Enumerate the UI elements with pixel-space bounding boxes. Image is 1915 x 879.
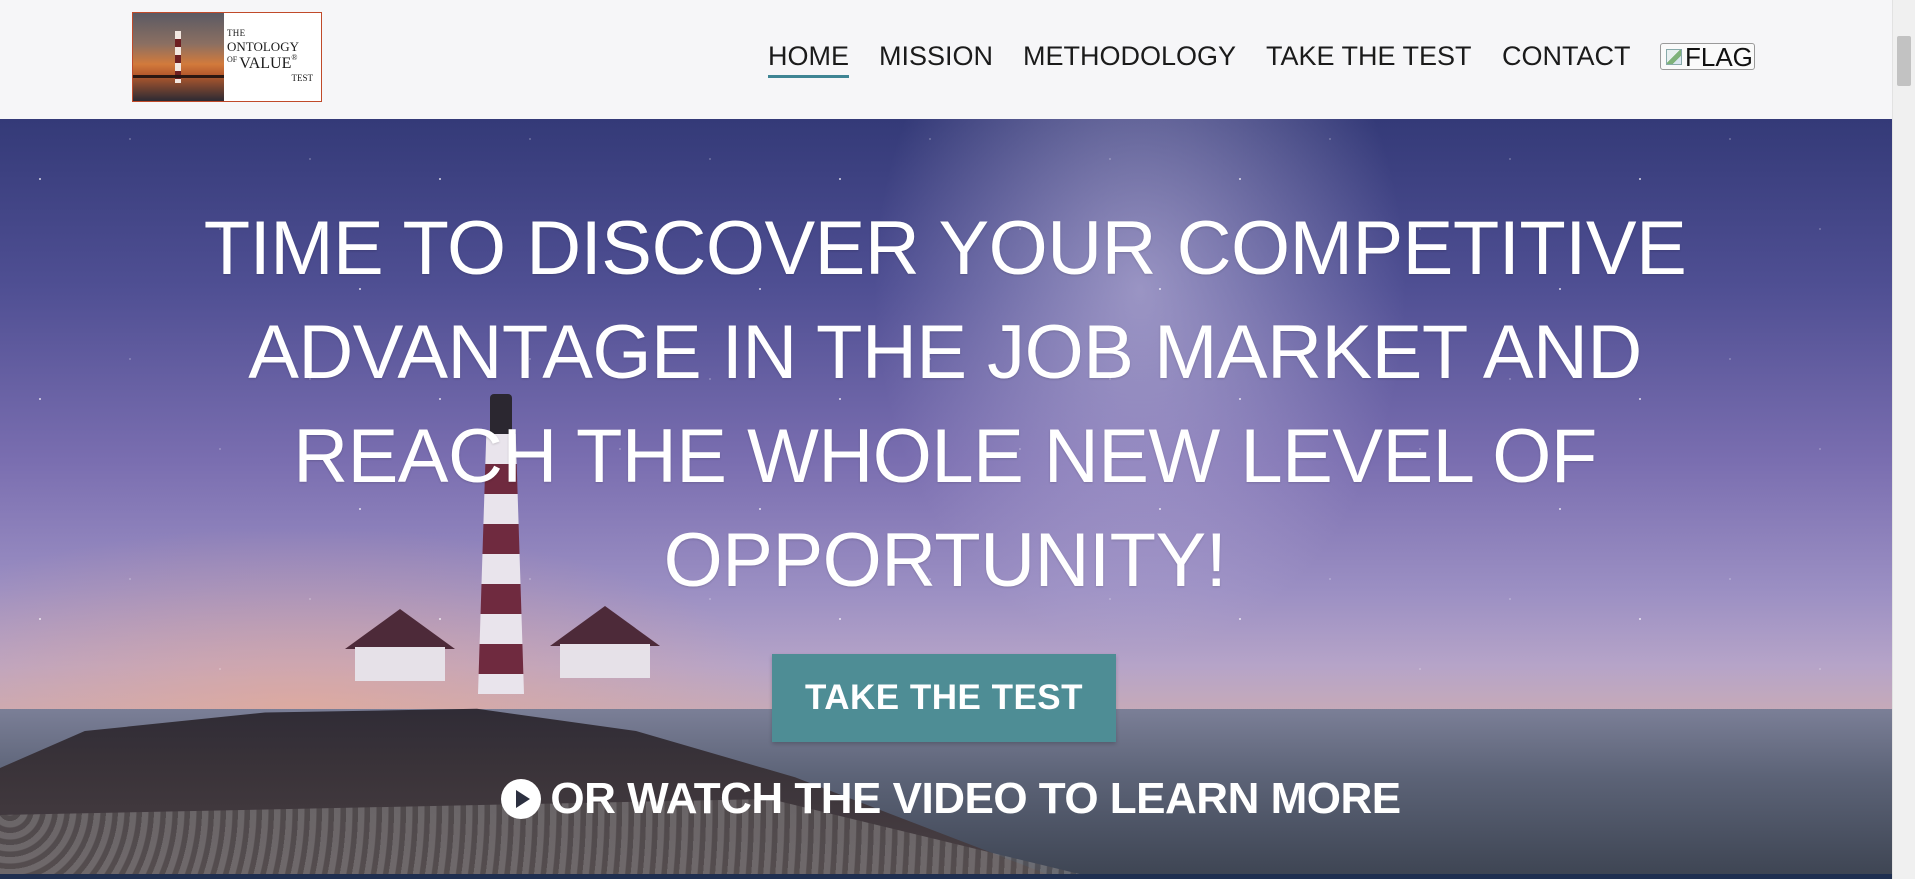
play-circle-icon xyxy=(501,779,542,819)
nav-contact[interactable]: CONTACT xyxy=(1502,38,1631,74)
nav-take-the-test[interactable]: TAKE THE TEST xyxy=(1266,38,1472,74)
bottom-edge-bar xyxy=(0,874,1892,879)
hero-headline-line: REACH THE WHOLE NEW LEVEL OF xyxy=(293,414,1597,499)
logo-text-line4: TEST xyxy=(291,73,314,83)
take-the-test-button[interactable]: TAKE THE TEST xyxy=(772,654,1116,742)
hero-section: TIME TO DISCOVER YOUR COMPETITIVE ADVANT… xyxy=(0,119,1892,879)
logo-text-line2: ONTOLOGY xyxy=(227,39,299,54)
hero-headline-line: TIME TO DISCOVER YOUR COMPETITIVE xyxy=(203,206,1687,291)
scrollbar-thumb[interactable] xyxy=(1897,36,1911,86)
hero-headline: TIME TO DISCOVER YOUR COMPETITIVE ADVANT… xyxy=(200,197,1690,613)
logo-lighthouse-image xyxy=(133,13,224,101)
nav-home[interactable]: HOME xyxy=(768,38,849,78)
logo-wordmark: THE ONTOLOGY OF VALUE® TEST xyxy=(227,29,321,83)
logo-text-line3: OF VALUE® xyxy=(227,54,321,72)
nav-methodology[interactable]: METHODOLOGY xyxy=(1023,38,1236,74)
flag-alt-text: FLAG xyxy=(1685,41,1753,72)
site-header: THE ONTOLOGY OF VALUE® TEST HOME MISSION … xyxy=(0,0,1892,120)
site-logo[interactable]: THE ONTOLOGY OF VALUE® TEST xyxy=(132,12,322,102)
hero-background-house-left xyxy=(345,609,455,681)
language-flag-button[interactable]: FLAG xyxy=(1660,43,1755,70)
broken-image-icon xyxy=(1663,46,1685,68)
hero-headline-line: OPPORTUNITY! xyxy=(663,518,1227,603)
logo-text-value: VALUE xyxy=(239,55,292,72)
nav-mission[interactable]: MISSION xyxy=(879,38,993,74)
watch-video-label: OR WATCH THE VIDEO TO LEARN MORE xyxy=(550,774,1401,823)
page-scrollbar[interactable] xyxy=(1892,0,1915,879)
logo-text-of: OF xyxy=(227,55,238,64)
logo-text-line1: THE xyxy=(227,28,246,38)
page: THE ONTOLOGY OF VALUE® TEST HOME MISSION … xyxy=(0,0,1892,879)
logo-registered-mark: ® xyxy=(291,53,298,62)
hero-headline-line: ADVANTAGE IN THE JOB MARKET AND xyxy=(248,310,1642,395)
hero-background-house-right xyxy=(550,606,660,678)
watch-video-link[interactable]: OR WATCH THE VIDEO TO LEARN MORE xyxy=(0,769,1892,829)
